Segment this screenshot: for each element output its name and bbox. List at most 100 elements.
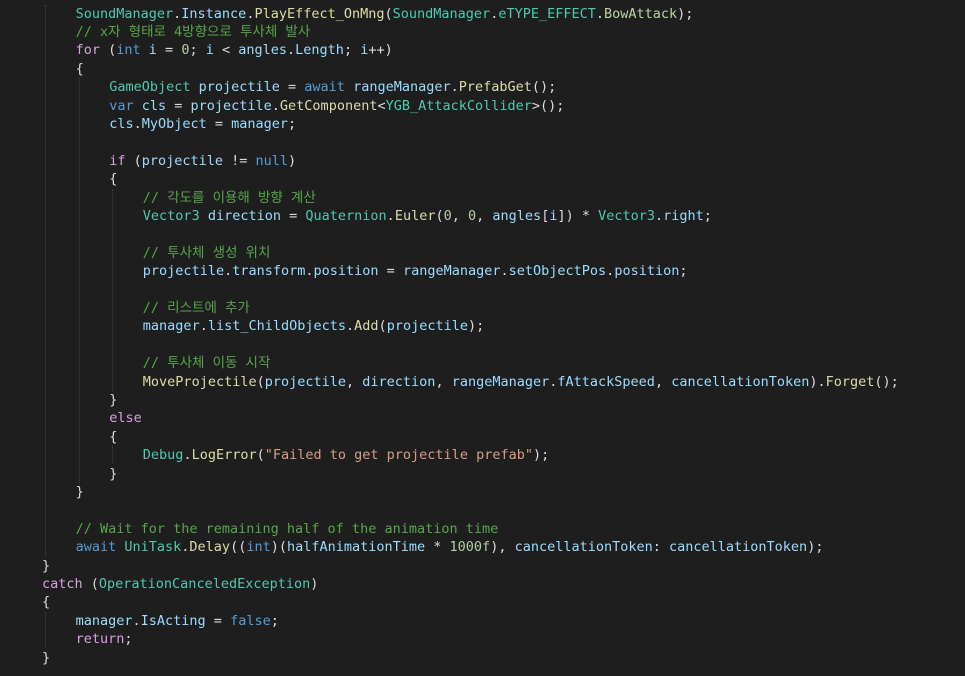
code-token: Euler <box>394 207 436 224</box>
code-token: * <box>425 539 450 556</box>
code-editor[interactable]: SoundManager.Instance.PlayEffect_OnMng(S… <box>0 0 965 676</box>
code-token: position <box>614 263 680 280</box>
code-token: angles <box>492 207 542 224</box>
code-token: } <box>42 649 51 666</box>
code-token: (); <box>531 79 557 96</box>
code-token: ( <box>384 5 393 22</box>
code-line[interactable]: var cls = projectile.GetComponent<YGB_At… <box>109 97 564 115</box>
code-token: } <box>109 465 118 482</box>
code-line[interactable]: manager.list_ChildObjects.Add(projectile… <box>143 317 484 335</box>
code-line[interactable]: { <box>109 428 117 446</box>
code-line[interactable]: Vector3 direction = Quaternion.Euler(0, … <box>143 207 712 225</box>
code-token: ); <box>807 539 824 556</box>
code-token: list_ChildObjects <box>207 318 347 335</box>
code-token: ; <box>189 42 206 59</box>
code-line[interactable]: // Wait for the remaining half of the an… <box>76 520 499 538</box>
code-line[interactable]: Debug.LogError("Failed to get projectile… <box>143 446 549 464</box>
code-line[interactable]: for (int i = 0; i < angles.Length; i++) <box>76 41 393 59</box>
code-line[interactable]: { <box>76 60 84 78</box>
code-token: manager <box>231 115 289 132</box>
code-token: cancellationToken <box>669 539 808 556</box>
code-line[interactable]: } <box>109 391 117 409</box>
code-line[interactable]: if (projectile != null) <box>109 152 296 170</box>
code-token: null <box>255 152 289 169</box>
code-token: . <box>305 263 314 280</box>
code-token: LogError <box>191 447 257 464</box>
code-token: // 투사체 이동 시작 <box>142 355 271 372</box>
code-token: var <box>109 97 134 114</box>
code-token: ( <box>256 373 265 390</box>
code-line[interactable]: manager.IsActing = false; <box>76 612 279 630</box>
code-line[interactable]: await UniTask.Delay((int)(halfAnimationT… <box>76 538 824 556</box>
code-line[interactable]: { <box>42 593 50 611</box>
code-token: . <box>271 97 280 114</box>
code-token: 0 <box>468 207 477 224</box>
code-token: projectile <box>264 373 347 390</box>
code-token: { <box>109 428 118 445</box>
code-token: ( <box>125 152 142 169</box>
code-token: position <box>313 263 379 280</box>
code-line[interactable]: else <box>109 409 142 427</box>
code-token: ]) * <box>557 207 599 224</box>
code-token: , <box>476 207 493 224</box>
code-token: { <box>42 594 51 611</box>
code-token: PlayEffect_OnMng <box>254 5 385 22</box>
code-token: projectile <box>386 318 468 335</box>
code-token: cancellationToken <box>671 373 810 390</box>
code-line[interactable]: } <box>42 649 50 667</box>
code-token: int <box>246 539 271 556</box>
code-line[interactable]: // 투사체 이동 시작 <box>143 354 271 372</box>
code-token: Forget <box>825 373 875 390</box>
code-line[interactable]: // 리스트에 추가 <box>143 299 250 317</box>
code-token: Vector3 <box>598 207 656 224</box>
code-line[interactable]: MoveProjectile(projectile, direction, ra… <box>143 373 899 391</box>
code-token: GetComponent <box>279 97 378 114</box>
code-token: . <box>132 612 141 629</box>
code-token: . <box>183 447 192 464</box>
code-line[interactable]: } <box>76 483 84 501</box>
code-token: . <box>386 207 395 224</box>
indent-guide <box>45 4 46 557</box>
code-token: angles <box>238 42 288 59</box>
code-token: await <box>75 539 117 556</box>
code-token: ). <box>809 373 826 390</box>
code-token: ) <box>310 575 319 592</box>
code-line[interactable]: } <box>109 465 117 483</box>
code-token: = <box>281 207 306 224</box>
code-line[interactable]: } <box>42 557 50 575</box>
code-token: ++) <box>368 42 393 59</box>
code-token: , <box>654 373 672 390</box>
code-token: 1000f <box>449 539 491 556</box>
code-line[interactable]: return; <box>76 630 133 648</box>
code-token: Quaternion <box>305 207 387 224</box>
code-token: = <box>166 97 191 114</box>
code-line[interactable]: // x자 형태로 4방향으로 투사체 발사 <box>76 23 311 41</box>
code-line[interactable]: projectile.transform.position = rangeMan… <box>143 262 688 280</box>
code-token: ; <box>703 207 712 224</box>
code-token: = <box>378 263 403 280</box>
code-line[interactable]: { <box>109 170 117 188</box>
code-token: Add <box>354 318 379 335</box>
code-token: right <box>663 207 704 224</box>
code-line[interactable]: SoundManager.Instance.PlayEffect_OnMng(S… <box>76 5 694 23</box>
code-token: . <box>595 5 605 22</box>
code-token: ; <box>343 42 361 59</box>
code-line[interactable]: // 투사체 생성 위치 <box>143 244 271 262</box>
code-token: // x자 형태로 4방향으로 투사체 발사 <box>75 23 311 40</box>
code-line[interactable]: cls.MyObject = manager; <box>109 115 296 133</box>
indent-guide <box>78 78 80 483</box>
code-token: // Wait for the remaining half of the an… <box>75 520 499 537</box>
code-token: "Failed to get projectile prefab" <box>264 447 533 464</box>
code-token: ( <box>435 207 444 224</box>
code-token: manager <box>142 318 200 335</box>
code-line[interactable]: GameObject projectile = await rangeManag… <box>109 78 556 96</box>
code-token: ) <box>288 152 297 169</box>
code-line[interactable]: catch (OperationCanceledException) <box>42 575 318 593</box>
code-token: Debug <box>142 447 184 464</box>
indent-guide <box>112 446 114 465</box>
code-token: false <box>230 612 271 629</box>
code-token: ; <box>288 115 297 132</box>
code-line[interactable]: // 각도를 이용해 방향 계산 <box>143 189 316 207</box>
